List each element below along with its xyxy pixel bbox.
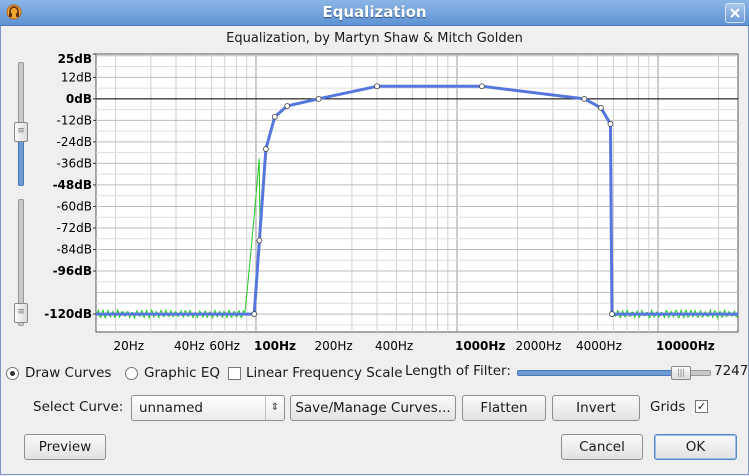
- eq-control-point[interactable]: [375, 84, 380, 89]
- grids-label[interactable]: Grids: [650, 399, 685, 415]
- linear-frequency-checkbox[interactable]: [228, 367, 241, 380]
- linear-frequency-label[interactable]: Linear Frequency Scale: [246, 365, 403, 381]
- db-tick-label: 25dB: [58, 52, 92, 66]
- freq-tick-label: 200Hz: [314, 339, 352, 353]
- combo-arrows-icon: ⇕: [265, 396, 284, 420]
- draw-curves-radio[interactable]: [6, 367, 19, 380]
- select-curve-label: Select Curve:: [33, 399, 123, 415]
- filter-length-label: Length of Filter:: [405, 363, 511, 379]
- db-tick-label: -60dB: [57, 199, 92, 213]
- preview-button[interactable]: Preview: [24, 434, 106, 460]
- eq-control-point[interactable]: [598, 105, 603, 110]
- db-tick-label: -24dB: [57, 135, 92, 149]
- freq-tick-label: 100Hz: [254, 339, 296, 353]
- eq-control-point[interactable]: [263, 147, 268, 152]
- freq-tick-label: 1000Hz: [455, 339, 505, 353]
- freq-tick-label: 10000Hz: [656, 339, 715, 353]
- graphic-eq-label[interactable]: Graphic EQ: [144, 365, 220, 381]
- select-curve-combobox[interactable]: unnamed ⇕: [131, 395, 285, 421]
- invert-button[interactable]: Invert: [552, 395, 640, 421]
- filter-length-slider-thumb[interactable]: |||: [671, 366, 691, 380]
- ok-button[interactable]: OK: [654, 434, 737, 460]
- grids-checkbox[interactable]: ✓: [695, 400, 708, 413]
- eq-control-point[interactable]: [252, 312, 257, 317]
- save-manage-curves-button[interactable]: Save/Manage Curves...: [290, 395, 456, 421]
- flatten-button[interactable]: Flatten: [462, 395, 546, 421]
- filter-length-value: 7247: [714, 363, 748, 379]
- freq-tick-label: 40Hz: [174, 339, 205, 353]
- freq-tick-label: 400Hz: [375, 339, 413, 353]
- freq-tick-label: 20Hz: [113, 339, 144, 353]
- db-tick-label: -12dB: [57, 113, 92, 127]
- eq-control-point[interactable]: [316, 96, 321, 101]
- db-tick-label: -36dB: [57, 156, 92, 170]
- draw-curves-label[interactable]: Draw Curves: [25, 365, 111, 381]
- db-tick-label: 0dB: [66, 92, 92, 106]
- db-tick-label: -120dB: [44, 307, 92, 321]
- freq-tick-label: 2000Hz: [516, 339, 562, 353]
- graphic-eq-radio[interactable]: [125, 367, 138, 380]
- db-tick-label: -72dB: [57, 221, 92, 235]
- db-tick-label: 12dB: [61, 70, 92, 84]
- eq-control-point[interactable]: [609, 312, 614, 317]
- db-tick-label: -84dB: [57, 242, 92, 256]
- freq-tick-label: 60Hz: [209, 339, 240, 353]
- cancel-button[interactable]: Cancel: [561, 434, 643, 460]
- eq-graph[interactable]: 25dB 12dB 0dB -12dB -24dB -36dB -48dB -60dB -72d…: [0, 0, 749, 360]
- eq-control-point[interactable]: [257, 238, 262, 243]
- freq-tick-label: 4000Hz: [576, 339, 622, 353]
- filter-length-slider-fill: [517, 370, 682, 376]
- eq-control-point[interactable]: [479, 84, 484, 89]
- eq-control-point[interactable]: [285, 104, 290, 109]
- eq-control-point[interactable]: [272, 114, 277, 119]
- db-tick-label: -48dB: [53, 178, 92, 192]
- eq-control-point[interactable]: [608, 121, 613, 126]
- plot-area: [96, 54, 738, 332]
- db-tick-label: -96dB: [53, 264, 92, 278]
- eq-control-point[interactable]: [582, 96, 587, 101]
- select-curve-value: unnamed: [139, 400, 203, 416]
